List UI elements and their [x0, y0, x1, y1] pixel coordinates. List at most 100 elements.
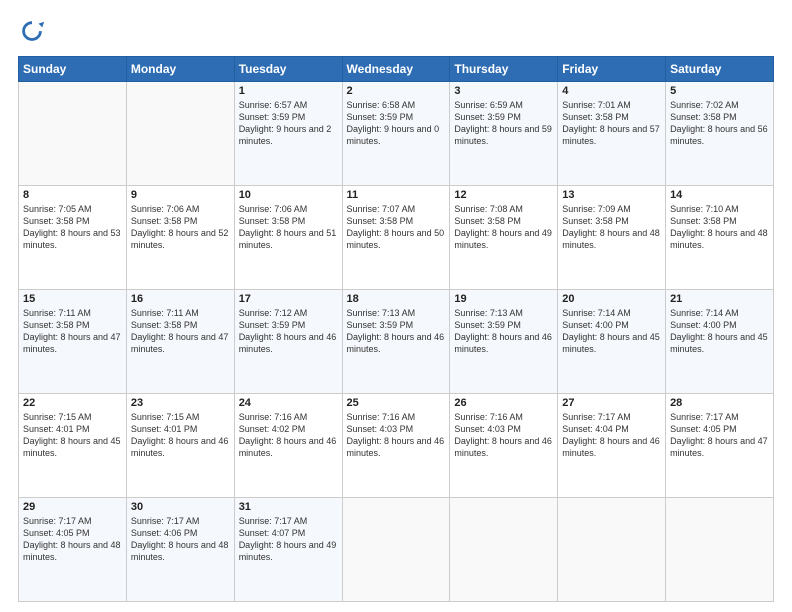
calendar-week-row: 29 Sunrise: 7:17 AMSunset: 4:05 PMDayligh…: [19, 498, 774, 602]
calendar-cell: 8 Sunrise: 7:05 AMSunset: 3:58 PMDaylight…: [19, 186, 127, 290]
calendar-cell: 1 Sunrise: 6:57 AMSunset: 3:59 PMDaylight…: [234, 82, 342, 186]
calendar-cell: [558, 498, 666, 602]
calendar-cell: 2 Sunrise: 6:58 AMSunset: 3:59 PMDaylight…: [342, 82, 450, 186]
day-number: 2: [347, 85, 446, 97]
calendar-cell: [342, 498, 450, 602]
day-info: Sunrise: 7:08 AMSunset: 3:58 PMDaylight:…: [454, 203, 553, 252]
calendar-cell: 16 Sunrise: 7:11 AMSunset: 3:58 PMDayligh…: [126, 290, 234, 394]
calendar-table: SundayMondayTuesdayWednesdayThursdayFrid…: [18, 56, 774, 602]
calendar-cell: 15 Sunrise: 7:11 AMSunset: 3:58 PMDayligh…: [19, 290, 127, 394]
day-number: 13: [562, 189, 661, 201]
day-info: Sunrise: 6:59 AMSunset: 3:59 PMDaylight:…: [454, 99, 553, 148]
day-info: Sunrise: 7:16 AMSunset: 4:02 PMDaylight:…: [239, 411, 338, 460]
calendar-week-row: 8 Sunrise: 7:05 AMSunset: 3:58 PMDaylight…: [19, 186, 774, 290]
day-number: 10: [239, 189, 338, 201]
day-info: Sunrise: 7:17 AMSunset: 4:06 PMDaylight:…: [131, 515, 230, 564]
column-header-thursday: Thursday: [450, 57, 558, 82]
day-number: 16: [131, 293, 230, 305]
day-number: 15: [23, 293, 122, 305]
calendar-cell: 30 Sunrise: 7:17 AMSunset: 4:06 PMDayligh…: [126, 498, 234, 602]
day-info: Sunrise: 7:16 AMSunset: 4:03 PMDaylight:…: [454, 411, 553, 460]
day-number: 29: [23, 501, 122, 513]
day-info: Sunrise: 7:01 AMSunset: 3:58 PMDaylight:…: [562, 99, 661, 148]
page: SundayMondayTuesdayWednesdayThursdayFrid…: [0, 0, 792, 612]
day-info: Sunrise: 7:11 AMSunset: 3:58 PMDaylight:…: [131, 307, 230, 356]
day-number: 1: [239, 85, 338, 97]
day-number: 21: [670, 293, 769, 305]
day-info: Sunrise: 7:11 AMSunset: 3:58 PMDaylight:…: [23, 307, 122, 356]
calendar-cell: 20 Sunrise: 7:14 AMSunset: 4:00 PMDayligh…: [558, 290, 666, 394]
day-number: 8: [23, 189, 122, 201]
day-info: Sunrise: 7:13 AMSunset: 3:59 PMDaylight:…: [454, 307, 553, 356]
column-header-wednesday: Wednesday: [342, 57, 450, 82]
column-header-monday: Monday: [126, 57, 234, 82]
logo: [18, 18, 50, 46]
day-info: Sunrise: 7:17 AMSunset: 4:05 PMDaylight:…: [23, 515, 122, 564]
calendar-cell: 13 Sunrise: 7:09 AMSunset: 3:58 PMDayligh…: [558, 186, 666, 290]
day-number: 4: [562, 85, 661, 97]
calendar-cell: 28Sunrise: 7:17 AMSunset: 4:05 PMDayligh…: [666, 394, 774, 498]
day-number: 9: [131, 189, 230, 201]
header: [18, 18, 774, 46]
day-info: Sunrise: 7:10 AMSunset: 3:58 PMDaylight:…: [670, 203, 769, 252]
day-info: Sunrise: 7:17 AMSunset: 4:07 PMDaylight:…: [239, 515, 338, 564]
calendar-cell: 14 Sunrise: 7:10 AMSunset: 3:58 PMDayligh…: [666, 186, 774, 290]
calendar-cell: [666, 498, 774, 602]
calendar-cell: 11 Sunrise: 7:07 AMSunset: 3:58 PMDayligh…: [342, 186, 450, 290]
logo-icon: [18, 18, 46, 46]
day-info: Sunrise: 7:17 AMSunset: 4:04 PMDaylight:…: [562, 411, 661, 460]
calendar-cell: 9 Sunrise: 7:06 AMSunset: 3:58 PMDaylight…: [126, 186, 234, 290]
calendar-cell: 21 Sunrise: 7:14 AMSunset: 4:00 PMDayligh…: [666, 290, 774, 394]
column-header-sunday: Sunday: [19, 57, 127, 82]
calendar-cell: 27 Sunrise: 7:17 AMSunset: 4:04 PMDayligh…: [558, 394, 666, 498]
calendar-cell: 12 Sunrise: 7:08 AMSunset: 3:58 PMDayligh…: [450, 186, 558, 290]
column-header-friday: Friday: [558, 57, 666, 82]
column-header-saturday: Saturday: [666, 57, 774, 82]
calendar-header-row: SundayMondayTuesdayWednesdayThursdayFrid…: [19, 57, 774, 82]
day-info: Sunrise: 7:14 AMSunset: 4:00 PMDaylight:…: [670, 307, 769, 356]
day-number: 17: [239, 293, 338, 305]
calendar-cell: 22 Sunrise: 7:15 AMSunset: 4:01 PMDayligh…: [19, 394, 127, 498]
calendar-cell: 5Sunrise: 7:02 AMSunset: 3:58 PMDaylight…: [666, 82, 774, 186]
calendar-cell: 29 Sunrise: 7:17 AMSunset: 4:05 PMDayligh…: [19, 498, 127, 602]
day-info: Sunrise: 7:16 AMSunset: 4:03 PMDaylight:…: [347, 411, 446, 460]
day-info: Sunrise: 7:06 AMSunset: 3:58 PMDaylight:…: [239, 203, 338, 252]
column-header-tuesday: Tuesday: [234, 57, 342, 82]
calendar-cell: 23Sunrise: 7:15 AMSunset: 4:01 PMDayligh…: [126, 394, 234, 498]
day-number: 27: [562, 397, 661, 409]
day-info: Sunrise: 7:05 AMSunset: 3:58 PMDaylight:…: [23, 203, 122, 252]
calendar-week-row: 22 Sunrise: 7:15 AMSunset: 4:01 PMDayligh…: [19, 394, 774, 498]
day-number: 3: [454, 85, 553, 97]
calendar-cell: [450, 498, 558, 602]
calendar-cell: 24 Sunrise: 7:16 AMSunset: 4:02 PMDayligh…: [234, 394, 342, 498]
day-info: Sunrise: 7:14 AMSunset: 4:00 PMDaylight:…: [562, 307, 661, 356]
day-number: 22: [23, 397, 122, 409]
calendar-cell: 19Sunrise: 7:13 AMSunset: 3:59 PMDayligh…: [450, 290, 558, 394]
day-info: Sunrise: 7:13 AMSunset: 3:59 PMDaylight:…: [347, 307, 446, 356]
day-number: 30: [131, 501, 230, 513]
calendar-cell: 31Sunrise: 7:17 AMSunset: 4:07 PMDayligh…: [234, 498, 342, 602]
calendar-cell: 18 Sunrise: 7:13 AMSunset: 3:59 PMDayligh…: [342, 290, 450, 394]
calendar-cell: 4 Sunrise: 7:01 AMSunset: 3:58 PMDaylight…: [558, 82, 666, 186]
day-info: Sunrise: 7:15 AMSunset: 4:01 PMDaylight:…: [23, 411, 122, 460]
day-number: 14: [670, 189, 769, 201]
calendar-cell: 10 Sunrise: 7:06 AMSunset: 3:58 PMDayligh…: [234, 186, 342, 290]
day-number: 11: [347, 189, 446, 201]
day-number: 18: [347, 293, 446, 305]
day-info: Sunrise: 6:57 AMSunset: 3:59 PMDaylight:…: [239, 99, 338, 148]
day-info: Sunrise: 7:07 AMSunset: 3:58 PMDaylight:…: [347, 203, 446, 252]
day-number: 25: [347, 397, 446, 409]
day-number: 26: [454, 397, 553, 409]
day-number: 20: [562, 293, 661, 305]
calendar-week-row: 15 Sunrise: 7:11 AMSunset: 3:58 PMDayligh…: [19, 290, 774, 394]
day-info: Sunrise: 7:09 AMSunset: 3:58 PMDaylight:…: [562, 203, 661, 252]
calendar-cell: [126, 82, 234, 186]
calendar-week-row: 1 Sunrise: 6:57 AMSunset: 3:59 PMDaylight…: [19, 82, 774, 186]
day-info: Sunrise: 7:06 AMSunset: 3:58 PMDaylight:…: [131, 203, 230, 252]
calendar-cell: 25 Sunrise: 7:16 AMSunset: 4:03 PMDayligh…: [342, 394, 450, 498]
day-number: 12: [454, 189, 553, 201]
day-number: 24: [239, 397, 338, 409]
day-number: 5: [670, 85, 769, 97]
day-info: Sunrise: 6:58 AMSunset: 3:59 PMDaylight:…: [347, 99, 446, 148]
day-number: 28: [670, 397, 769, 409]
